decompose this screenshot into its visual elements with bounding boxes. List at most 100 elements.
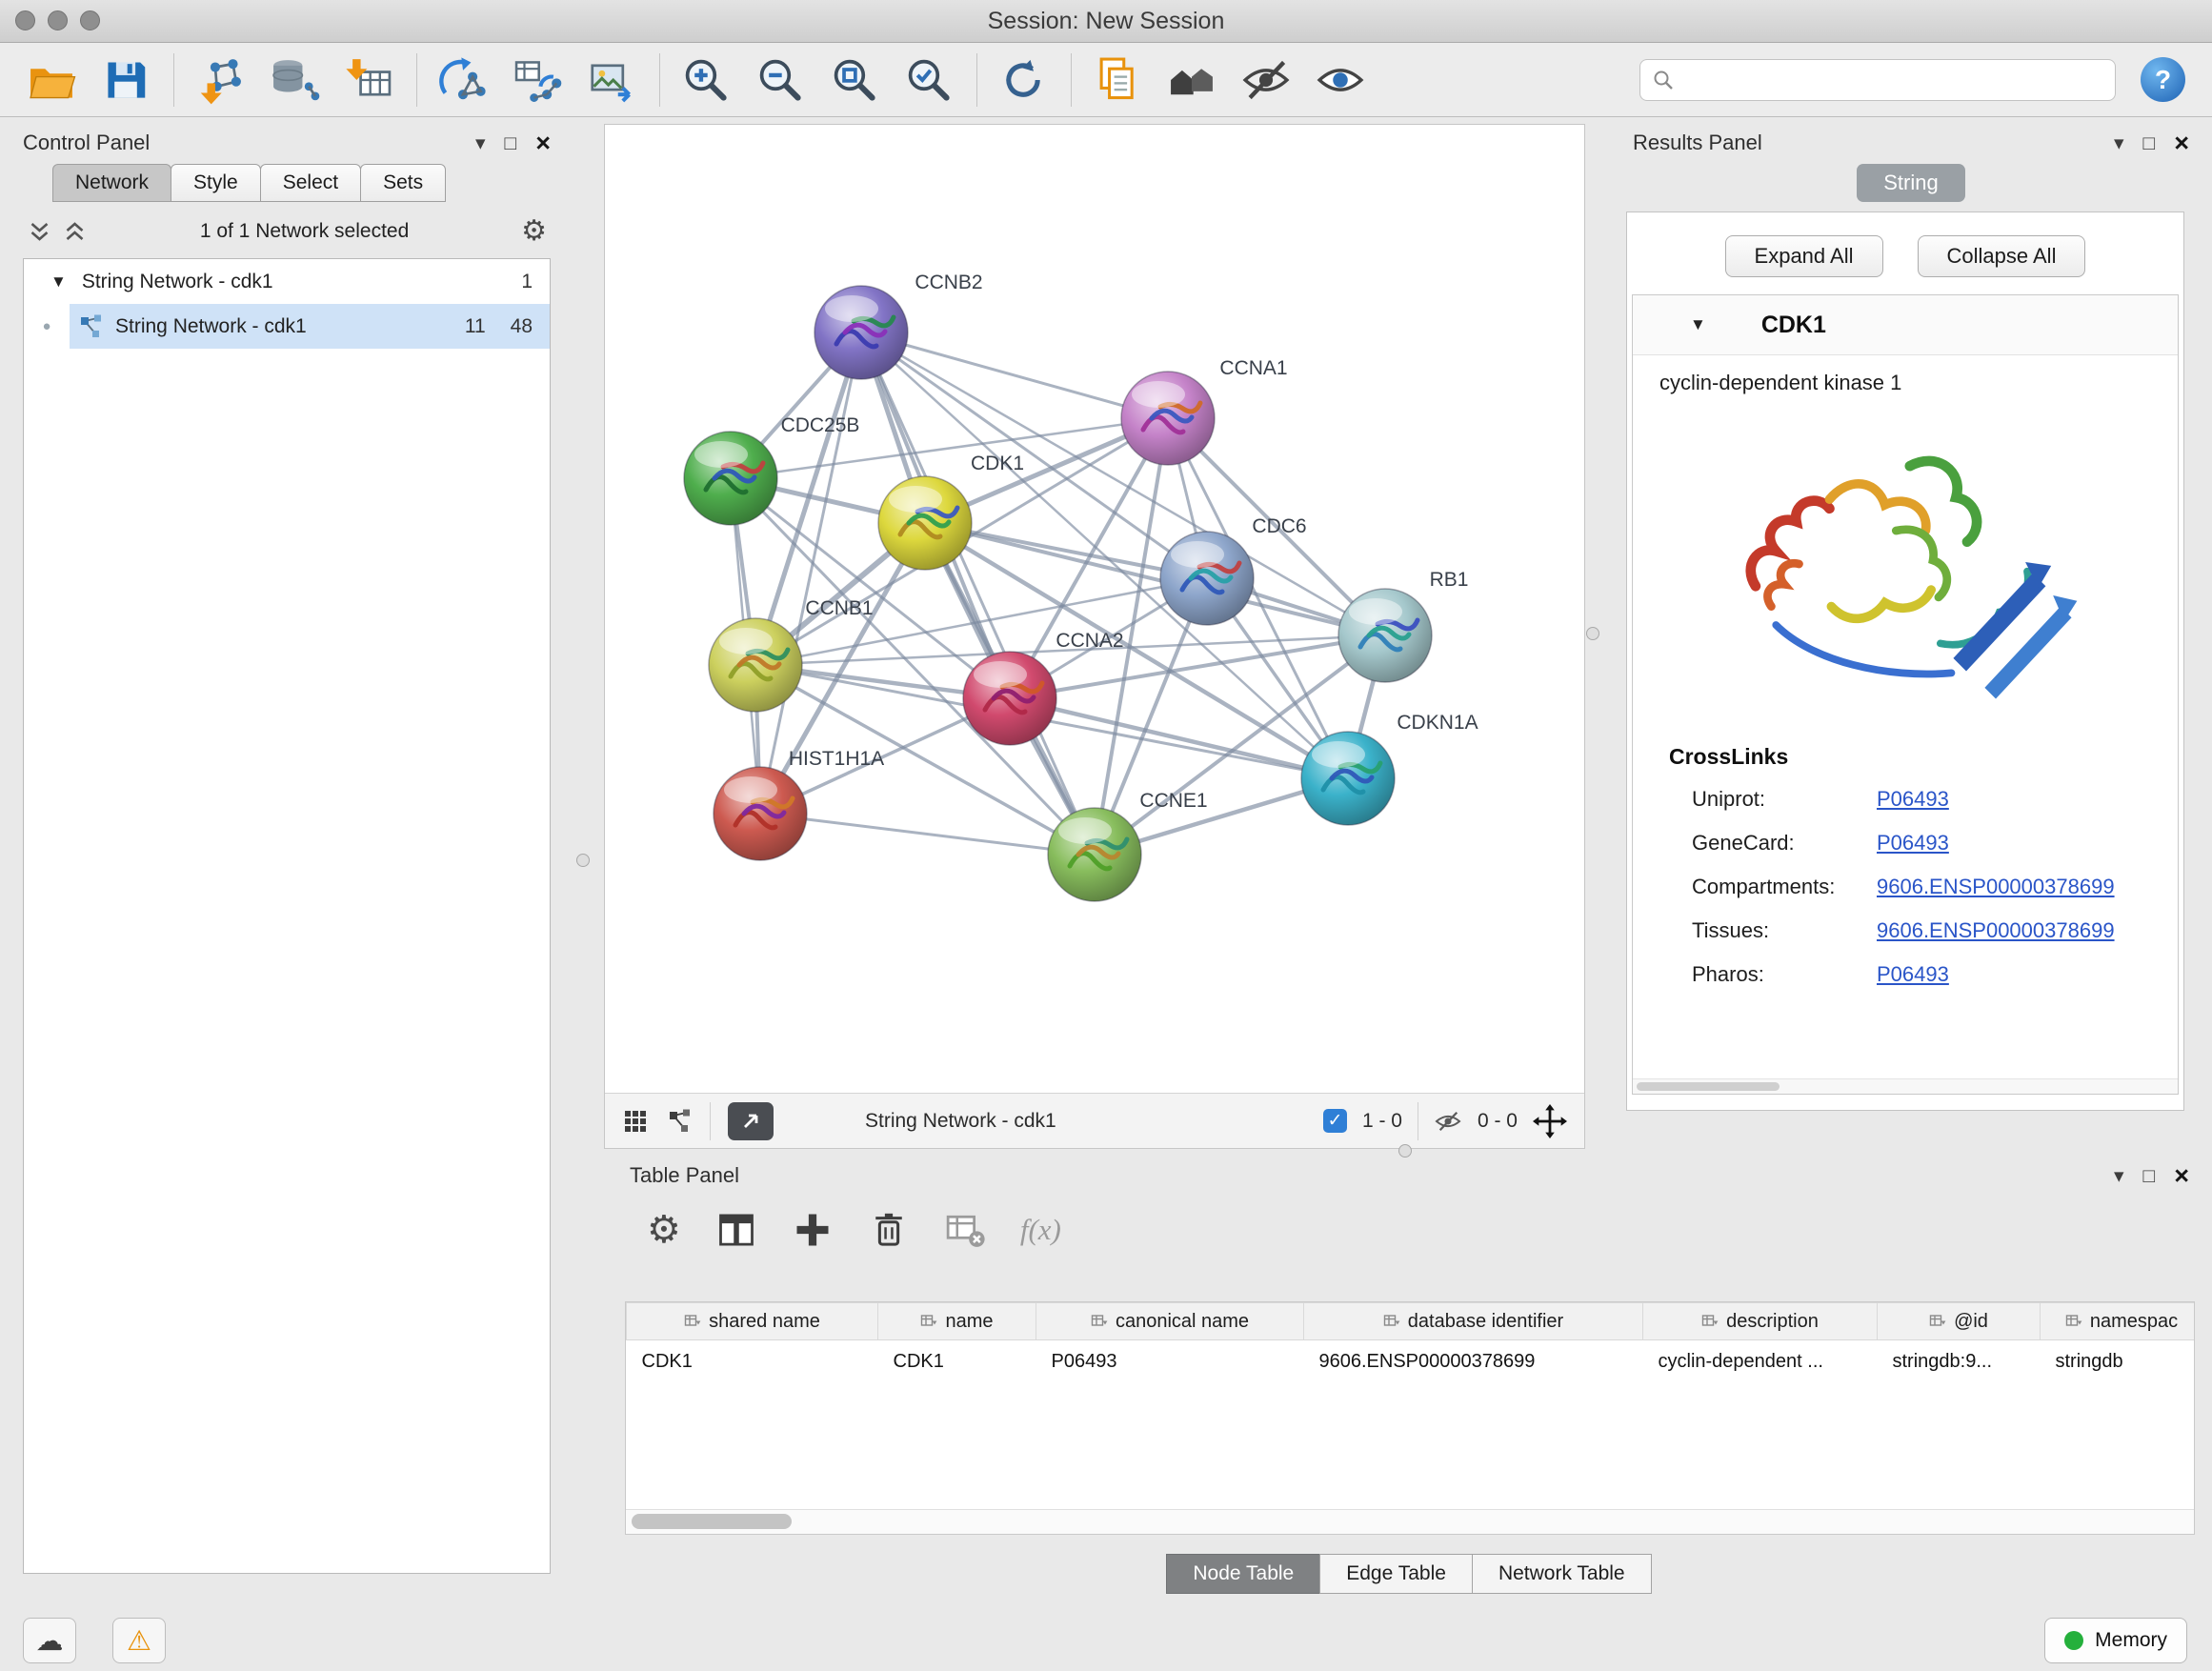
selected-checkbox[interactable]: ✓ [1323,1109,1347,1133]
show-panel-button[interactable] [1310,49,1371,111]
zoom-fit-button[interactable] [824,49,885,111]
collapse-all-button[interactable]: Collapse All [1918,235,2086,277]
network-node-cdk1[interactable]: CDK1 [878,453,1024,570]
network-canvas[interactable]: CCNB2CCNA1CDC25BCDK1CDC6RB1CCNB1CCNA2CDK… [605,125,1584,1093]
network-node-cdc6[interactable]: CDC6 [1160,515,1307,625]
network-node-rb1[interactable]: RB1 [1338,569,1468,682]
column-header-description[interactable]: description [1643,1303,1878,1340]
network-edge-CCNB2-HIST1H1A[interactable] [760,332,861,814]
network-view-icon[interactable] [666,1108,693,1135]
protein-card-header[interactable]: ▼ CDK1 [1633,295,2178,355]
panel-close-icon[interactable]: × [535,131,551,156]
tab-network[interactable]: Network [52,164,171,202]
network-edge-CCNB2-CCNE1[interactable] [861,332,1095,855]
network-node-ccnb2[interactable]: CCNB2 [814,272,983,379]
table-cell[interactable]: CDK1 [627,1340,878,1383]
network-node-cdkn1a[interactable]: CDKN1A [1301,712,1478,825]
import-table-button[interactable] [338,49,399,111]
column-header-name[interactable]: name [878,1303,1036,1340]
zoom-in-button[interactable] [675,49,736,111]
table-settings-gear-icon[interactable]: ⚙ [647,1211,681,1249]
splitter-handle[interactable] [576,854,590,867]
expand-all-icon[interactable] [62,220,88,243]
collapse-all-icon[interactable] [27,220,52,243]
panel-float-icon[interactable]: □ [505,133,517,153]
column-header-canonical-name[interactable]: canonical name [1036,1303,1304,1340]
network-options-gear-icon[interactable]: ⚙ [521,217,547,246]
grid-view-icon[interactable] [622,1108,649,1135]
search-box[interactable] [1639,59,2116,101]
open-session-button[interactable] [21,49,82,111]
table-cell[interactable]: cyclin-dependent ... [1643,1340,1878,1383]
table-cell[interactable]: stringdb:9... [1878,1340,2041,1383]
tab-select[interactable]: Select [260,164,361,202]
splitter-handle[interactable] [1398,1144,1412,1158]
export-image-button[interactable] [581,49,642,111]
tab-node-table[interactable]: Node Table [1166,1554,1320,1594]
zoom-selected-button[interactable] [898,49,959,111]
column-header-@id[interactable]: @id [1878,1303,2041,1340]
show-columns-icon[interactable] [715,1209,757,1251]
import-network-from-file-button[interactable] [190,49,251,111]
window-minimize-button[interactable] [48,10,68,30]
panel-close-icon[interactable]: × [2174,131,2189,156]
add-column-plus-icon[interactable] [792,1209,834,1251]
tab-style[interactable]: Style [171,164,261,202]
tab-edge-table[interactable]: Edge Table [1319,1554,1473,1594]
help-button[interactable]: ? [2141,57,2185,102]
table-horizontal-scrollbar[interactable] [626,1509,2194,1534]
panel-close-icon[interactable]: × [2174,1163,2189,1189]
disclosure-triangle-icon[interactable]: ▼ [50,272,67,292]
network-edge-HIST1H1A-CCNE1[interactable] [760,814,1095,855]
network-from-table-button[interactable] [507,49,568,111]
table-cell[interactable]: CDK1 [878,1340,1036,1383]
column-header-shared-name[interactable]: shared name [627,1303,878,1340]
birds-eye-view-button[interactable] [728,1102,774,1140]
network-node-ccna1[interactable]: CCNA1 [1121,357,1288,465]
tab-sets[interactable]: Sets [360,164,446,202]
network-collection-row[interactable]: ▼ String Network - cdk1 1 [24,259,550,304]
crosslink-link[interactable]: P06493 [1877,787,1949,812]
panel-float-icon[interactable]: □ [2143,1166,2156,1186]
hide-panel-button[interactable] [1236,49,1297,111]
scrollbar-thumb[interactable] [1637,1082,1780,1091]
tab-string[interactable]: String [1857,164,1964,202]
column-header-namespac[interactable]: namespac [2041,1303,2196,1340]
delete-column-trash-icon[interactable] [868,1209,910,1251]
new-network-button[interactable] [432,49,493,111]
function-builder-icon[interactable]: f(x) [1020,1213,1061,1247]
panel-collapse-icon[interactable]: ▾ [2114,1166,2124,1186]
cloud-status-button[interactable]: ☁ [23,1618,76,1663]
window-zoom-button[interactable] [80,10,100,30]
tab-network-table[interactable]: Network Table [1472,1554,1652,1594]
panel-collapse-icon[interactable]: ▾ [475,133,486,153]
clear-table-icon[interactable] [944,1209,986,1251]
crosslink-link[interactable]: P06493 [1877,962,1949,987]
warnings-button[interactable]: ⚠ [112,1618,166,1663]
network-edge-CCNA2-CDKN1A[interactable] [1010,698,1348,778]
scrollbar-thumb[interactable] [632,1514,792,1529]
panel-collapse-icon[interactable]: ▾ [2114,133,2124,153]
window-close-button[interactable] [15,10,35,30]
show-all-panels-button[interactable] [1161,49,1222,111]
crosslink-link[interactable]: 9606.ENSP00000378699 [1877,918,2115,943]
disclosure-triangle-icon[interactable]: ▼ [1690,315,1706,334]
network-row-selected[interactable]: ● String Network - cdk1 11 48 [24,304,550,349]
save-session-button[interactable] [95,49,156,111]
splitter-handle[interactable] [1586,627,1599,640]
table-cell[interactable]: P06493 [1036,1340,1304,1383]
network-node-hist1h1a[interactable]: HIST1H1A [714,748,884,860]
panel-float-icon[interactable]: □ [2143,133,2156,153]
copy-document-button[interactable] [1087,49,1148,111]
apply-layout-button[interactable] [993,49,1054,111]
search-input[interactable] [1684,68,2103,92]
zoom-out-button[interactable] [750,49,811,111]
crosslink-link[interactable]: 9606.ENSP00000378699 [1877,875,2115,899]
expand-all-button[interactable]: Expand All [1725,235,1883,277]
import-network-from-database-button[interactable] [264,49,325,111]
memory-button[interactable]: Memory [2044,1618,2187,1663]
table-cell[interactable]: 9606.ENSP00000378699 [1304,1340,1643,1383]
table-cell[interactable]: stringdb [2041,1340,2196,1383]
crosslink-link[interactable]: P06493 [1877,831,1949,856]
table-row[interactable]: CDK1CDK1P064939606.ENSP00000378699cyclin… [627,1340,2196,1383]
